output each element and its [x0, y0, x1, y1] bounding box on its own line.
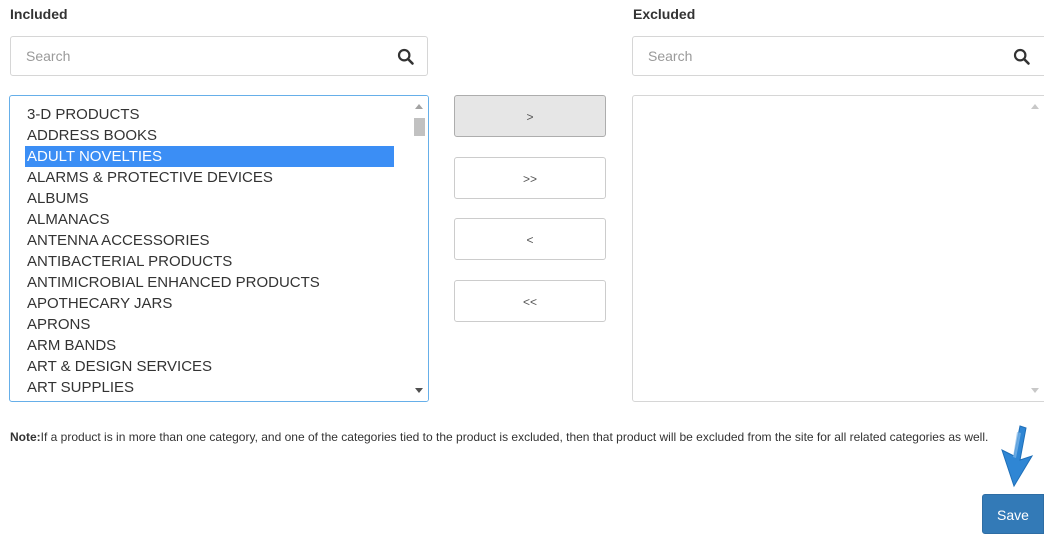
- list-item[interactable]: APOTHECARY JARS: [25, 293, 394, 314]
- excluded-list: [648, 104, 1015, 401]
- list-item[interactable]: ANTENNA ACCESSORIES: [25, 230, 394, 251]
- excluded-search-box: [632, 36, 1044, 76]
- included-listbox[interactable]: 3-D PRODUCTS ADDRESS BOOKS ADULT NOVELTIES…: [9, 95, 429, 402]
- excluded-scrollbar[interactable]: [1027, 96, 1044, 401]
- list-item[interactable]: 3-D PRODUCTS: [25, 104, 394, 125]
- list-item[interactable]: ADDRESS BOOKS: [25, 125, 394, 146]
- arrow-down-icon: [1001, 425, 1034, 488]
- list-item[interactable]: ANTIMICROBIAL ENHANCED PRODUCTS: [25, 272, 394, 293]
- move-all-left-button[interactable]: <<: [454, 280, 606, 322]
- excluded-label: Excluded: [633, 6, 696, 22]
- included-search-box: [10, 36, 428, 76]
- search-icon[interactable]: [397, 48, 415, 66]
- excluded-search-input[interactable]: [633, 37, 1044, 75]
- exclusion-note: Note:If a product is in more than one ca…: [10, 428, 1010, 446]
- list-item[interactable]: ANTIBACTERIAL PRODUCTS: [25, 251, 394, 272]
- included-label: Included: [10, 6, 68, 22]
- scroll-down-arrow-icon[interactable]: [415, 388, 423, 393]
- excluded-listbox[interactable]: [632, 95, 1044, 402]
- list-item[interactable]: ADULT NOVELTIES: [25, 146, 394, 167]
- included-search-input[interactable]: [11, 37, 427, 75]
- move-selected-left-button[interactable]: <: [454, 218, 606, 260]
- list-item[interactable]: ARM BANDS: [25, 335, 394, 356]
- included-scrollbar[interactable]: [411, 96, 428, 401]
- move-selected-right-button[interactable]: >: [454, 95, 606, 137]
- save-button[interactable]: Save: [982, 494, 1044, 534]
- list-item[interactable]: ASHTRAYS: [25, 398, 394, 401]
- note-prefix: Note:: [10, 430, 41, 444]
- included-list: 3-D PRODUCTS ADDRESS BOOKS ADULT NOVELTIES…: [25, 104, 394, 401]
- list-item[interactable]: ALMANACS: [25, 209, 394, 230]
- scroll-down-arrow-icon[interactable]: [1031, 388, 1039, 393]
- scroll-thumb[interactable]: [414, 118, 425, 136]
- list-item[interactable]: ALBUMS: [25, 188, 394, 209]
- list-item[interactable]: ALARMS & PROTECTIVE DEVICES: [25, 167, 394, 188]
- scroll-up-arrow-icon[interactable]: [1031, 104, 1039, 109]
- list-item[interactable]: ART SUPPLIES: [25, 377, 394, 398]
- search-icon[interactable]: [1013, 48, 1031, 66]
- scroll-up-arrow-icon[interactable]: [415, 104, 423, 109]
- list-item[interactable]: APRONS: [25, 314, 394, 335]
- move-all-right-button[interactable]: >>: [454, 157, 606, 199]
- note-text: If a product is in more than one categor…: [40, 430, 989, 444]
- list-item[interactable]: ART & DESIGN SERVICES: [25, 356, 394, 377]
